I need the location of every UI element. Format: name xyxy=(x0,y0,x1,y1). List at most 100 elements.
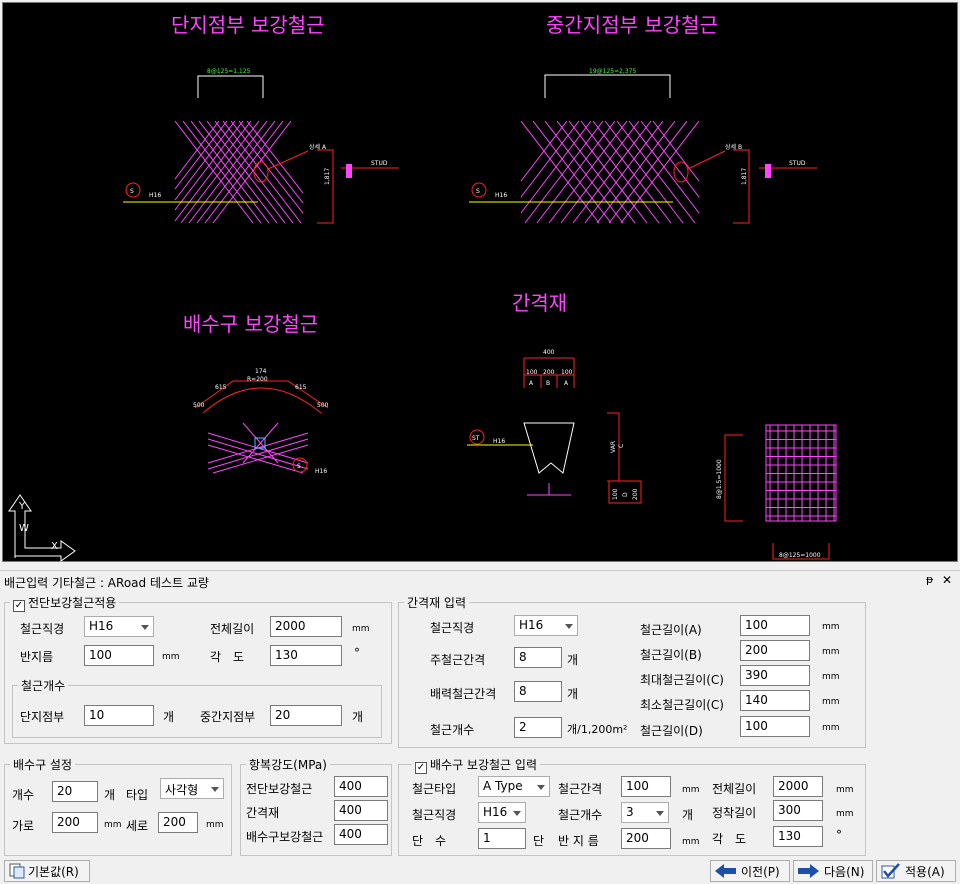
dr-gap-unit: mm xyxy=(682,785,700,795)
dim-end: 8@125=1,125 xyxy=(207,68,251,75)
drain-type-label: 타입 xyxy=(126,788,149,802)
shear-diameter-select[interactable]: H16 xyxy=(84,616,154,637)
mesh-bottom: 8@125=1000 xyxy=(779,552,821,559)
dr-radius-input[interactable]: 200 xyxy=(621,828,671,849)
arrow-left-icon xyxy=(715,864,736,878)
sp-a-2: A xyxy=(564,380,569,387)
len-a-input[interactable]: 100 xyxy=(740,615,810,636)
shear-checkbox[interactable]: ✓ xyxy=(13,600,25,612)
yield-drain-label: 배수구보강철근 xyxy=(246,830,324,844)
panel-header: 배근입력 기타철근 : ARoad 테스트 교량 ᵽ ✕ xyxy=(0,570,960,590)
check-icon xyxy=(881,863,900,879)
dr-diameter-label: 철근직경 xyxy=(412,808,457,822)
chevron-down-icon xyxy=(513,811,521,816)
spacer-count-input[interactable]: 2 xyxy=(514,717,562,738)
dim-mid: 19@125=2,375 xyxy=(589,68,636,75)
mid-crosshatch xyxy=(520,120,700,224)
yield-spacer-input[interactable]: 400 xyxy=(334,800,388,821)
chevron-down-icon xyxy=(656,811,664,816)
len-b-label: 철근길이(B) xyxy=(640,648,702,662)
dr-type-label: 철근타입 xyxy=(412,782,457,796)
dr-angle-unit: ° xyxy=(836,828,842,842)
shear-radius-label: 반지름 xyxy=(20,650,54,664)
len-cmin-label: 최소철근길이(C) xyxy=(640,698,724,712)
shear-diameter-label: 철근직경 xyxy=(20,622,65,636)
yield-drain-input[interactable]: 400 xyxy=(334,824,388,845)
len-b-unit: mm xyxy=(822,647,840,657)
shear-check[interactable]: ✓ 전단보강철근적용 xyxy=(10,594,120,612)
main-gap-input[interactable]: 8 xyxy=(514,647,562,668)
dr-gap-input[interactable]: 100 xyxy=(621,776,671,797)
stud-mid: STUD xyxy=(789,160,806,167)
yield-shear-input[interactable]: 400 xyxy=(334,776,388,797)
len-d-input[interactable]: 100 xyxy=(740,716,810,737)
next-button[interactable]: 다음(N) xyxy=(793,860,873,882)
circle-s-2: S xyxy=(476,188,480,195)
drain-rebar-checkbox[interactable]: ✓ xyxy=(415,762,427,774)
drain-height-input[interactable]: 200 xyxy=(158,812,198,833)
drain-height-unit: mm xyxy=(206,820,224,830)
spacer-figure: 400 100 200 100 A B A ST H16 VAR C 100 D… xyxy=(467,349,642,504)
drain-width-input[interactable]: 200 xyxy=(52,812,98,833)
dr-type-select[interactable]: A Type xyxy=(478,776,550,797)
len-d-label: 철근길이(D) xyxy=(640,724,703,738)
shear-angle-input[interactable]: 130 xyxy=(270,645,342,666)
dr-angle-label: 각 도 xyxy=(712,832,747,846)
cad-viewport[interactable]: 단지점부 보강철근 중간지점부 보강철근 배수구 보강철근 간격재 8@125=… xyxy=(2,2,958,562)
height-end: 1,817 xyxy=(324,168,331,185)
main-gap-unit: 개 xyxy=(567,653,579,667)
dr-count-label: 철근개수 xyxy=(558,808,603,822)
dist-gap-unit: 개 xyxy=(567,687,579,701)
dr-anchor-unit: mm xyxy=(836,809,854,819)
dr-count-unit: 개 xyxy=(682,808,694,822)
count-group-title: 철근개수 xyxy=(18,677,69,694)
dr-length-input[interactable]: 2000 xyxy=(773,776,823,797)
height-mid: 1,817 xyxy=(741,168,748,185)
dr-angle-input[interactable]: 130 xyxy=(773,826,823,847)
len-b-input[interactable]: 200 xyxy=(740,640,810,661)
spacer-diameter-select[interactable]: H16 xyxy=(514,615,578,636)
len-cmin-input[interactable]: 140 xyxy=(740,690,810,711)
panel-title: 배근입력 기타철근 : ARoad 테스트 교량 xyxy=(4,576,209,590)
spacer-count-unit: 개/1,200m² xyxy=(567,723,628,736)
dr-steps-input[interactable]: 1 xyxy=(478,828,526,849)
axis-w: W xyxy=(19,523,29,534)
drain-rebar-check[interactable]: ✓ 배수구 보강철근 입력 xyxy=(412,756,540,774)
sp-100-a: 100 xyxy=(526,369,538,376)
end-count-unit: 개 xyxy=(163,710,175,724)
h16-4: H16 xyxy=(493,438,505,445)
drain-setting-title: 배수구 설정 xyxy=(10,756,76,773)
mid-count-input[interactable]: 20 xyxy=(270,705,342,726)
close-icon[interactable]: ✕ xyxy=(942,573,952,587)
pin-icon[interactable]: ᵽ xyxy=(926,573,933,586)
default-button[interactable]: 기본값(R) xyxy=(4,860,90,882)
dr-anchor-input[interactable]: 300 xyxy=(773,800,823,821)
drain-type-select[interactable]: 사각형 xyxy=(160,778,224,799)
dr-count-select[interactable]: 3 xyxy=(621,802,669,823)
sp-100-b: 100 xyxy=(561,369,573,376)
yield-spacer-label: 간격재 xyxy=(246,806,280,820)
len-cmax-input[interactable]: 390 xyxy=(740,665,810,686)
dr-length-unit: mm xyxy=(836,785,854,795)
len-d-unit: mm xyxy=(822,723,840,733)
len-cmin-unit: mm xyxy=(822,697,840,707)
shear-radius-input[interactable]: 100 xyxy=(84,645,154,666)
circle-s-1: S xyxy=(130,188,134,195)
dr-diameter-select[interactable]: H16 xyxy=(478,802,526,823)
shear-length-unit: mm xyxy=(352,624,370,634)
spacer-group-title: 간격재 입력 xyxy=(404,594,470,611)
apply-button[interactable]: 적용(A) xyxy=(876,860,956,882)
prev-button[interactable]: 이전(P) xyxy=(710,860,790,882)
dist-gap-input[interactable]: 8 xyxy=(514,681,562,702)
shear-angle-label: 각 도 xyxy=(210,650,245,664)
drain-count-label: 개수 xyxy=(12,788,35,802)
end-crosshatch xyxy=(174,120,304,224)
shear-length-input[interactable]: 2000 xyxy=(270,616,342,637)
drain-width-label: 가로 xyxy=(12,819,35,833)
end-count-input[interactable]: 10 xyxy=(84,705,154,726)
sp-var: VAR xyxy=(610,441,617,453)
drain-count-input[interactable]: 20 xyxy=(52,781,98,802)
mid-count-label: 중간지점부 xyxy=(200,710,256,724)
sp-c: C xyxy=(618,444,625,448)
ucs-icon: Y W X xyxy=(8,494,76,562)
